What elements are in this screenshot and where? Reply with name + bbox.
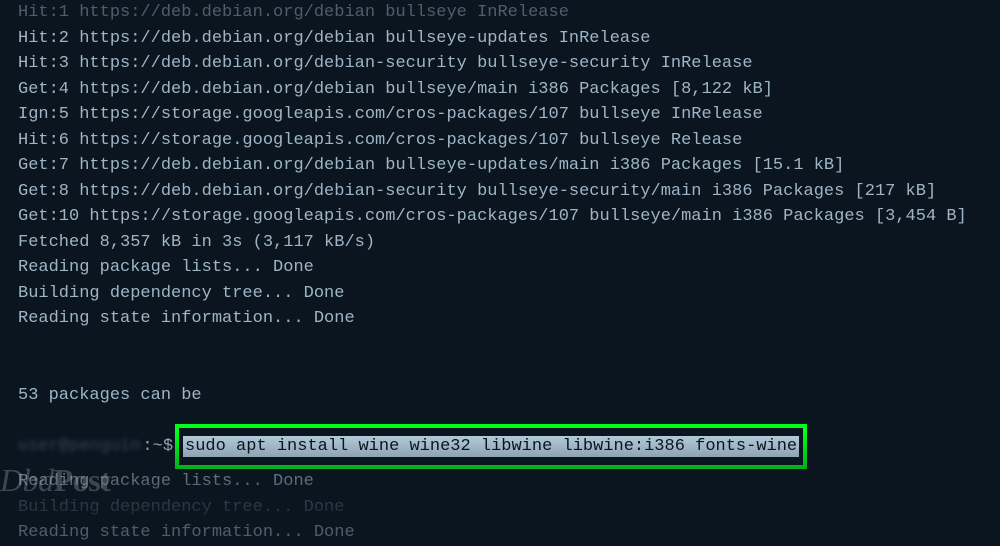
watermark-logo: DbdPost [0,456,110,504]
apt-output-line: Building dependency tree... Done [18,495,982,521]
apt-output-line: 53 packages can be upgraded. Run 'apt li… [18,332,982,434]
apt-output-line: Get:8 https://deb.debian.org/debian-secu… [18,179,982,205]
watermark-brand-left: Dbd [0,462,54,498]
apt-output-line: Reading package lists... Done [18,255,982,281]
command-prompt-line[interactable]: user@penguin :~$ sudo apt install wine w… [18,424,982,470]
apt-output-line: Hit:2 https://deb.debian.org/debian bull… [18,26,982,52]
apt-output-line: Get:4 https://deb.debian.org/debian bull… [18,77,982,103]
apt-output-line: Reading package lists... Done [18,469,982,495]
apt-output-line: Hit:1 https://deb.debian.org/debian bull… [18,0,982,26]
apt-output-line: Building dependency tree... Done [18,281,982,307]
apt-output-line: Ign:5 https://storage.googleapis.com/cro… [18,102,982,128]
apt-output-line: Reading state information... Done [18,520,982,546]
command-highlight-box: sudo apt install wine wine32 libwine lib… [175,424,807,470]
watermark-brand-right: Post [54,462,111,498]
apt-output-line: Get:7 https://deb.debian.org/debian bull… [18,153,982,179]
apt-output-line: Reading state information... Done [18,306,982,332]
apt-output-line: Hit:6 https://storage.googleapis.com/cro… [18,128,982,154]
prompt-separator: :~$ [142,434,173,460]
terminal-output[interactable]: Hit:1 https://deb.debian.org/debian bull… [18,0,982,546]
apt-output-line: Get:10 https://storage.googleapis.com/cr… [18,204,982,230]
apt-output-line: Hit:3 https://deb.debian.org/debian-secu… [18,51,982,77]
apt-output-line: Fetched 8,357 kB in 3s (3,117 kB/s) [18,230,982,256]
entered-command: sudo apt install wine wine32 libwine lib… [183,436,799,457]
